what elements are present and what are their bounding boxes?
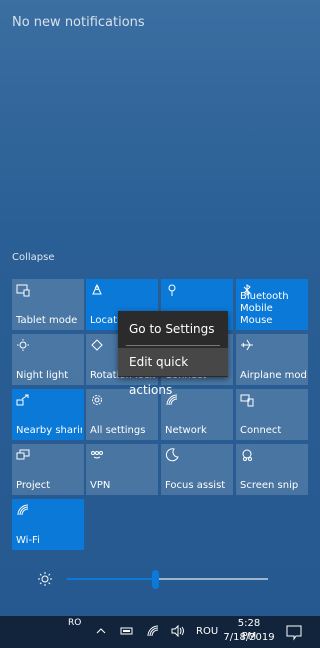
tile-airplane-mode[interactable]: Airplane mode [236, 334, 308, 385]
tile-label: Tablet mode [16, 315, 78, 326]
wifi-tray-icon[interactable] [146, 624, 160, 638]
tile-bluetooth[interactable]: Bluetooth Mobile Mouse [236, 279, 308, 330]
tile-wifi[interactable]: Wi-Fi [12, 499, 84, 550]
menu-item-edit-quick-actions[interactable]: Edit quick actions [118, 348, 228, 397]
keyboard-language[interactable]: ROU [196, 626, 218, 637]
location-icon [92, 283, 102, 295]
battery-icon[interactable] [120, 624, 134, 638]
wifi-icon [17, 504, 29, 516]
show-hidden-icons-chevron-icon[interactable] [94, 624, 108, 638]
brightness-thumb[interactable] [152, 570, 159, 589]
tablet-mode-icon [16, 284, 30, 297]
tile-focus-assist[interactable]: Focus assist [161, 444, 233, 495]
settings-gear-icon [92, 395, 102, 405]
volume-icon[interactable] [171, 624, 185, 638]
tile-project[interactable]: Project [12, 444, 84, 495]
tile-label: Night light [16, 370, 69, 381]
tile-label: Nearby sharing [16, 425, 82, 436]
tile-screen-snip[interactable]: Screen snip [236, 444, 308, 495]
brightness-sun-icon [38, 572, 52, 586]
tile-label: Focus assist [165, 480, 226, 491]
tile-connect[interactable]: Connect [236, 389, 308, 440]
menu-item-go-to-settings[interactable]: Go to Settings [118, 315, 228, 343]
focus-pin-icon [168, 284, 176, 296]
rotation-lock-icon [91, 339, 103, 351]
clock-date[interactable]: 7/18/2019 [222, 632, 276, 643]
tile-nearby-sharing[interactable]: Nearby sharing [12, 389, 84, 440]
brightness-fill [67, 578, 155, 580]
tile-label: Network [165, 425, 207, 436]
tile-label: Wi-Fi [16, 535, 40, 546]
no-notifications-text: No new notifications [12, 15, 145, 30]
action-center-notification-icon[interactable] [280, 618, 308, 646]
tile-vpn[interactable]: VPN [86, 444, 158, 495]
menu-separator [126, 345, 220, 346]
quick-actions-context-menu: Go to Settings Edit quick actions [118, 311, 228, 397]
airplane-icon [241, 339, 253, 351]
tile-label: VPN [90, 480, 111, 491]
vpn-icon [91, 451, 103, 459]
input-language-indicator[interactable]: RO [68, 618, 81, 628]
action-center-panel: No new notifications Collapse Tablet mod… [0, 0, 320, 616]
tile-label: Project [16, 480, 51, 491]
tile-label: Screen snip [240, 480, 299, 491]
moon-icon [165, 448, 179, 462]
tile-label: Airplane mode [240, 370, 306, 381]
tile-night-light[interactable]: Night light [12, 334, 84, 385]
project-icon [16, 449, 30, 460]
brightness-track[interactable] [67, 570, 268, 589]
tile-label: All settings [90, 425, 146, 436]
screen-snip-icon [242, 449, 252, 461]
tile-label: Bluetooth Mobile Mouse [240, 291, 289, 326]
connect-icon [240, 394, 254, 407]
collapse-link[interactable]: Collapse [12, 252, 55, 263]
tile-label: Connect [240, 425, 282, 436]
brightness-slider[interactable] [0, 566, 320, 594]
nearby-sharing-icon [16, 394, 29, 406]
tile-tablet-mode[interactable]: Tablet mode [12, 279, 84, 330]
night-light-icon [17, 339, 29, 351]
